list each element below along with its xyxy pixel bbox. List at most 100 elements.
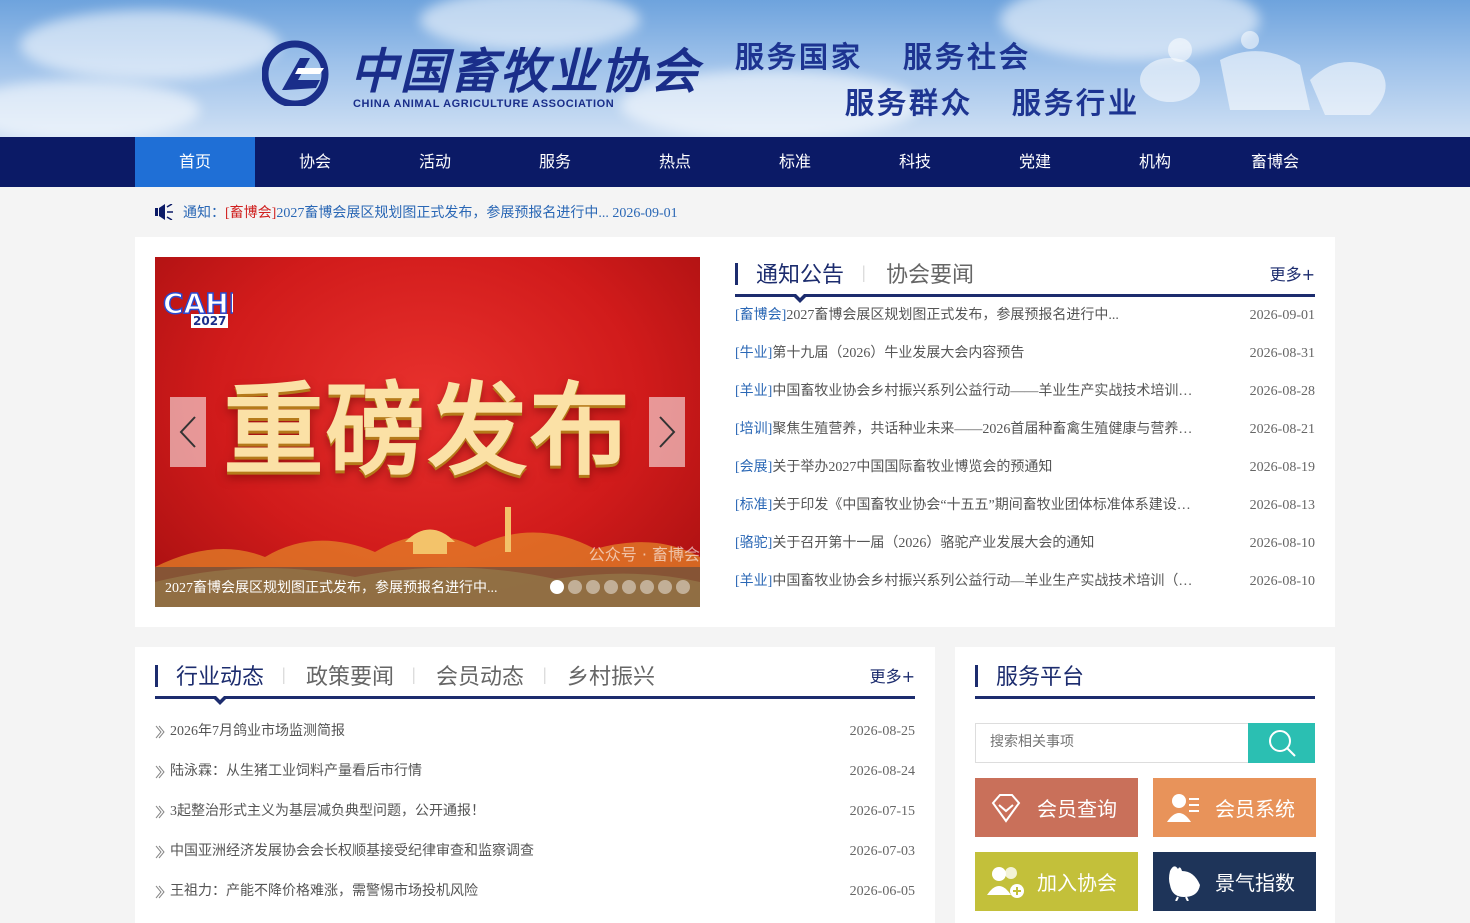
nav-item-7[interactable]: 党建 (975, 137, 1095, 187)
industry-news-title[interactable]: 3起整治形式主义为基层减负典型问题，公开通报！ (170, 792, 485, 832)
notices-more-link[interactable]: 更多+ (1270, 261, 1315, 285)
association-logo-icon[interactable] (262, 40, 332, 106)
carousel-dot[interactable] (568, 580, 582, 594)
notice-title[interactable]: 中国畜牧业协会乡村振兴系列公益行动—羊业生产实战技术培训（… (772, 574, 1192, 589)
notice-item[interactable]: [羊业]中国畜牧业协会乡村振兴系列公益行动——羊业生产实战技术培训… 2026-0… (735, 373, 1315, 411)
add-user-icon (975, 852, 1037, 911)
notice-date: 2026-08-13 (1249, 498, 1315, 513)
industry-news-item[interactable]: 陆泳霖：从生猪工业饲料产量看后市行情 2026-08-24 (155, 752, 915, 792)
member-system-button[interactable]: 会员系统 (1153, 778, 1316, 837)
double-chevron-icon (155, 845, 165, 859)
notice-category[interactable]: [羊业] (735, 384, 772, 399)
member-system-icon (1153, 778, 1215, 837)
notice-category[interactable]: [畜博会] (735, 308, 786, 323)
notice-item[interactable]: [骆驼]关于召开第十一届（2026）骆驼产业发展大会的通知 2026-08-10 (735, 525, 1315, 563)
industry-news-title[interactable]: 中国亚洲经济发展协会会长权顺基接受纪律审查和监察调查 (170, 832, 534, 872)
industry-news-title[interactable]: 陆泳霖：从生猪工业饲料产量看后市行情 (170, 752, 422, 792)
notice-category[interactable]: [牛业] (735, 346, 772, 361)
industry-more-link[interactable]: 更多+ (870, 663, 915, 687)
carousel-dot[interactable] (622, 580, 636, 594)
join-association-button[interactable]: 加入协会 (975, 852, 1138, 911)
industry-news-item[interactable]: 中国亚洲经济发展协会会长权顺基接受纪律审查和监察调查 2026-07-03 (155, 832, 915, 872)
tab-separator: | (543, 664, 547, 684)
notice-item[interactable]: [畜博会]2027畜博会展区规划图正式发布，参展预报名进行中... 2026-09… (735, 297, 1315, 335)
notice-item[interactable]: [牛业]第十九届（2026）牛业发展大会内容预告 2026-08-31 (735, 335, 1315, 373)
tab-policy-news[interactable]: 政策要闻 (306, 659, 394, 691)
nav-item-0[interactable]: 首页 (135, 137, 255, 187)
member-query-button[interactable]: 会员查询 (975, 778, 1138, 837)
news-carousel[interactable]: CAHE 2027 重磅发布 公众号 · 畜博会 2027畜博会展区规划图正式发… (155, 257, 700, 607)
notice-item[interactable]: [标准]关于印发《中国畜牧业协会“十五五”期间畜牧业团体标准体系建设… 2026-… (735, 487, 1315, 525)
main-nav: 首页 协会 活动 服务 热点 标准 科技 党建 机构 畜博会 (0, 137, 1470, 187)
notice-title[interactable]: 关于印发《中国畜牧业协会“十五五”期间畜牧业团体标准体系建设… (772, 498, 1190, 513)
nav-item-5[interactable]: 标准 (735, 137, 855, 187)
notice-date: 2026-08-28 (1249, 384, 1315, 399)
tab-member-news[interactable]: 会员动态 (436, 659, 524, 691)
notice-item-text: [羊业]中国畜牧业协会乡村振兴系列公益行动——羊业生产实战技术培训… (735, 373, 1205, 411)
search-button[interactable] (1248, 723, 1315, 763)
notice-title[interactable]: 关于举办2027中国国际畜牧业博览会的预通知 (772, 460, 1052, 475)
notice-title[interactable]: 关于召开第十一届（2026）骆驼产业发展大会的通知 (772, 536, 1094, 551)
carousel-dots (550, 580, 690, 594)
notice-tag[interactable]: [畜博会] (225, 202, 276, 222)
notice-category[interactable]: [骆驼] (735, 536, 772, 551)
notice-item[interactable]: [羊业]中国畜牧业协会乡村振兴系列公益行动—羊业生产实战技术培训（… 2026-0… (735, 563, 1315, 601)
notice-bar[interactable]: 通知： [畜博会] 2027畜博会展区规划图正式发布，参展预报名进行中... 2… (155, 200, 678, 224)
notice-date: 2026-08-10 (1249, 574, 1315, 589)
notice-text[interactable]: 2027畜博会展区规划图正式发布，参展预报名进行中... 2026-09-01 (276, 202, 677, 222)
double-chevron-icon (155, 765, 165, 779)
nav-item-2[interactable]: 活动 (375, 137, 495, 187)
carousel-next-button[interactable] (649, 397, 685, 467)
notice-title[interactable]: 中国畜牧业协会乡村振兴系列公益行动——羊业生产实战技术培训… (772, 384, 1192, 399)
tab-separator: | (412, 664, 416, 684)
notice-category[interactable]: [培训] (735, 422, 772, 437)
notice-category[interactable]: [标准] (735, 498, 772, 513)
nav-item-9[interactable]: 畜博会 (1215, 137, 1335, 187)
search-icon (1268, 730, 1296, 757)
industry-news-item[interactable]: 2026年7月鸽业市场监测简报 2026-08-25 (155, 712, 915, 752)
carousel-prev-button[interactable] (170, 397, 206, 467)
industry-news-date: 2026-08-24 (849, 764, 915, 779)
carousel-dot[interactable] (658, 580, 672, 594)
industry-news-item[interactable]: 3起整治形式主义为基层减负典型问题，公开通报！ 2026-07-15 (155, 792, 915, 832)
industry-news-item[interactable]: 王祖力：产能不降价格难涨，需警惕市场投机风险 2026-06-05 (155, 872, 915, 912)
carousel-dot[interactable] (604, 580, 618, 594)
nav-item-8[interactable]: 机构 (1095, 137, 1215, 187)
carousel-dot[interactable] (586, 580, 600, 594)
carousel-caption[interactable]: 2027畜博会展区规划图正式发布，参展预报名进行中... (165, 577, 498, 597)
carousel-dot[interactable] (550, 580, 564, 594)
notice-item[interactable]: [培训]聚焦生殖营养，共话种业未来——2026首届种畜禽生殖健康与营养… 2026… (735, 411, 1315, 449)
notice-date: 2026-09-01 (1249, 308, 1315, 323)
notice-title[interactable]: 第十九届（2026）牛业发展大会内容预告 (772, 346, 1024, 361)
diamond-icon (975, 778, 1037, 837)
nav-item-3[interactable]: 服务 (495, 137, 615, 187)
carousel-badge-year: 2027 (191, 314, 229, 328)
tab-rural-revitalization[interactable]: 乡村振兴 (567, 659, 655, 691)
notice-category[interactable]: [会展] (735, 460, 772, 475)
carousel-dot[interactable] (676, 580, 690, 594)
top-panel: CAHE 2027 重磅发布 公众号 · 畜博会 2027畜博会展区规划图正式发… (135, 237, 1335, 627)
notices-tab-header: 通知公告 | 协会要闻 更多+ (735, 257, 1315, 303)
industry-news-title[interactable]: 2026年7月鸽业市场监测简报 (170, 712, 345, 752)
nav-item-6[interactable]: 科技 (855, 137, 975, 187)
livestock-silhouettes (1140, 31, 1386, 115)
notice-date: 2026-08-19 (1249, 460, 1315, 475)
service-header: 服务平台 (975, 659, 1315, 699)
notice-item[interactable]: [会展]关于举办2027中国国际畜牧业博览会的预通知 2026-08-19 (735, 449, 1315, 487)
prosperity-index-button[interactable]: 景气指数 (1153, 852, 1316, 911)
notice-date: 2026-08-21 (1249, 422, 1315, 437)
chicken-icon (1153, 852, 1215, 911)
tab-industry-dynamics[interactable]: 行业动态 (176, 659, 264, 691)
notice-title[interactable]: 聚焦生殖营养，共话种业未来——2026首届种畜禽生殖健康与营养… (772, 422, 1192, 437)
carousel-dot[interactable] (640, 580, 654, 594)
nav-item-1[interactable]: 协会 (255, 137, 375, 187)
nav-item-4[interactable]: 热点 (615, 137, 735, 187)
industry-news-title[interactable]: 王祖力：产能不降价格难涨，需警惕市场投机风险 (170, 872, 478, 912)
notice-title[interactable]: 2027畜博会展区规划图正式发布，参展预报名进行中... (786, 308, 1119, 323)
notice-category[interactable]: [羊业] (735, 574, 772, 589)
tab-association-news[interactable]: 协会要闻 (886, 257, 974, 289)
service-search-input[interactable] (975, 723, 1249, 763)
industry-news-date: 2026-07-15 (849, 804, 915, 819)
chevron-left-icon (179, 416, 196, 448)
tab-notices[interactable]: 通知公告 (756, 257, 844, 289)
